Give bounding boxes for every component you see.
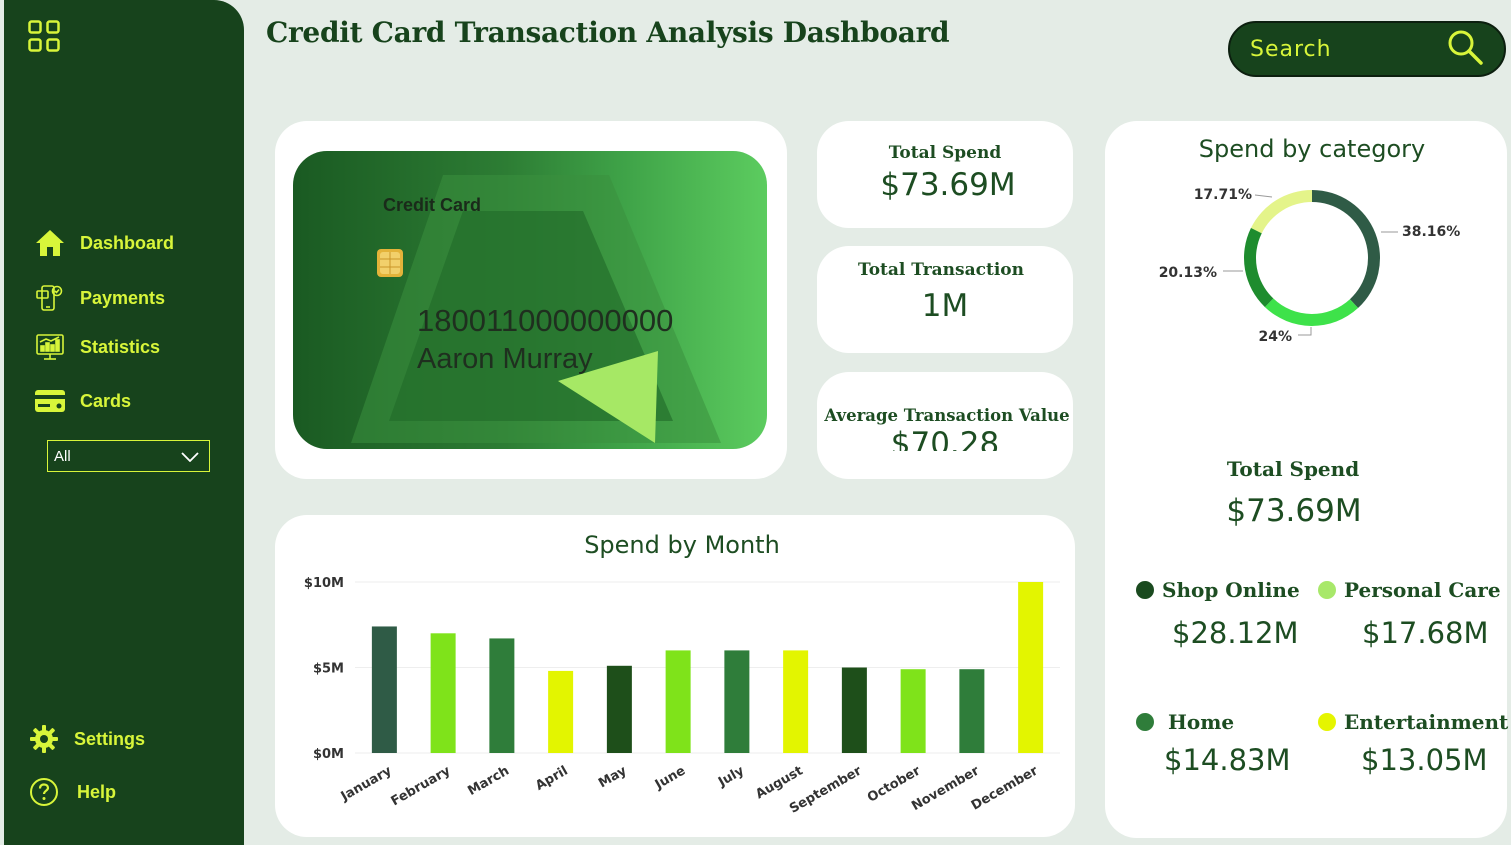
bar-july[interactable] <box>724 650 750 753</box>
donut-leader-line <box>1298 327 1312 336</box>
x-tick-label: January <box>338 763 395 805</box>
bar-november[interactable] <box>959 669 985 753</box>
kpi-total-transaction: Total Transaction 1M <box>817 246 1073 353</box>
x-tick-label: March <box>465 763 512 799</box>
donut-leader-line <box>1254 194 1273 198</box>
sidebar-item-label: Settings <box>74 728 146 749</box>
chip-icon <box>377 249 403 281</box>
legend-home: Home <box>1136 710 1234 734</box>
card-filter-dropdown[interactable]: All <box>47 440 210 472</box>
legend-dot <box>1136 713 1154 731</box>
bar-august[interactable] <box>783 650 809 753</box>
kpi-value: $70.28 <box>890 429 1000 451</box>
donut-data-label: 20.13% <box>1159 265 1217 281</box>
bar-december[interactable] <box>1018 582 1044 753</box>
payments-icon <box>32 282 68 314</box>
bar-june[interactable] <box>665 650 691 753</box>
card-icon <box>32 385 68 417</box>
bar-april[interactable] <box>548 670 574 753</box>
dropdown-value: All <box>54 447 71 465</box>
kpi-label: Total Transaction <box>858 260 1024 280</box>
sidebar-item-label: Cards <box>80 390 132 411</box>
legend-dot <box>1136 581 1154 599</box>
sidebar-item-label: Payments <box>80 287 166 308</box>
gear-icon <box>26 723 62 755</box>
x-tick-label: December <box>969 763 1041 813</box>
kpi-average-transaction: Average Transaction Value $70.28 <box>817 372 1073 479</box>
donut-slice-home[interactable] <box>1244 227 1274 308</box>
spend-by-category-panel: Spend by category 38.16% 24% 20.13% 17.71% … <box>1105 121 1508 838</box>
legend-personal-care: Personal Care <box>1318 578 1501 602</box>
bar-september[interactable] <box>841 667 867 754</box>
sidebar: Dashboard Payments Statistics Cards All … <box>4 0 244 845</box>
legend-dot <box>1318 713 1336 731</box>
x-tick-label: June <box>652 763 688 793</box>
month-bar-chart: $0M $5M $10M JanuaryFebruary March April May Ju… <box>304 576 1060 817</box>
sidebar-item-label: Dashboard <box>80 232 175 253</box>
donut-data-label: 17.71% <box>1194 187 1252 203</box>
x-tick-label: February <box>389 763 454 809</box>
card-number: 180011000000000 <box>417 303 674 338</box>
bar-october[interactable] <box>900 669 926 753</box>
donut-slice-entertainment[interactable] <box>1251 190 1312 234</box>
help-icon <box>26 776 62 808</box>
legend-shop-online: Shop Online <box>1136 578 1300 602</box>
card-decoration <box>351 175 721 443</box>
search-placeholder: Search <box>1250 36 1332 62</box>
donut-data-label: 38.16% <box>1402 224 1460 240</box>
y-tick-label: $0M <box>313 747 344 762</box>
legend-value: $13.05M <box>1361 743 1488 777</box>
y-tick-label: $5M <box>313 662 344 677</box>
legend-value: $28.12M <box>1172 616 1299 650</box>
grid-menu-icon[interactable] <box>28 20 60 52</box>
sidebar-item-label: Statistics <box>80 336 161 357</box>
card-title: Credit Card <box>383 195 482 215</box>
chevron-down-icon <box>181 447 199 466</box>
x-tick-label: April <box>533 763 571 793</box>
spend-by-month-panel: Spend by Month $0M $5M $10M January February… <box>275 515 1075 837</box>
kpi-total-spend: Total Spend $73.69M <box>817 121 1073 228</box>
category-total-label: Total Spend <box>1226 457 1360 481</box>
donut-data-label: 24% <box>1258 329 1292 345</box>
category-donut-chart: 38.16% 24% 20.13% 17.71% <box>1159 187 1461 345</box>
sidebar-item-help[interactable]: Help <box>26 775 116 809</box>
kpi-value: 1M <box>921 288 969 324</box>
category-total-value: $73.69M <box>1226 493 1362 529</box>
legend-entertainment: Entertainment <box>1318 710 1508 734</box>
legend-label: Shop Online <box>1162 578 1300 602</box>
sidebar-item-payments[interactable]: Payments <box>32 281 165 315</box>
legend-dot <box>1318 581 1336 599</box>
home-icon <box>32 227 68 259</box>
sidebar-item-statistics[interactable]: Statistics <box>32 330 160 364</box>
sidebar-item-label: Help <box>77 781 117 802</box>
donut-slice-shop-online[interactable] <box>1312 190 1380 309</box>
card-holder-name: Aaron Murray <box>417 343 593 375</box>
bar-january[interactable] <box>371 626 397 753</box>
kpi-label: Total Spend <box>888 143 1002 163</box>
donut-slice-personal-care[interactable] <box>1264 298 1359 326</box>
legend-label: Home <box>1168 710 1235 734</box>
x-tick-label: July <box>715 763 747 790</box>
sidebar-item-dashboard[interactable]: Dashboard <box>32 226 174 260</box>
sidebar-item-cards[interactable]: Cards <box>32 384 131 418</box>
statistics-icon <box>32 331 68 363</box>
legend-label: Entertainment <box>1344 710 1509 734</box>
bar-may[interactable] <box>606 665 632 753</box>
legend-value: $17.68M <box>1362 616 1489 650</box>
sidebar-item-settings[interactable]: Settings <box>26 722 145 756</box>
y-tick-label: $10M <box>304 576 344 591</box>
credit-card-panel: Credit Card 180011000000000 Aaron Murray <box>275 121 787 479</box>
credit-card[interactable]: Credit Card 180011000000000 Aaron Murray <box>293 151 767 449</box>
legend-label: Personal Care <box>1344 578 1501 602</box>
legend-value: $14.83M <box>1164 743 1291 777</box>
search-input[interactable]: Search <box>1228 21 1506 77</box>
bar-february[interactable] <box>430 633 456 753</box>
kpi-label: Average Transaction Value <box>824 406 1070 425</box>
page-title: Credit Card Transaction Analysis Dashboa… <box>266 16 950 49</box>
kpi-value: $73.69M <box>880 167 1016 203</box>
x-tick-label: May <box>596 763 630 791</box>
bar-march[interactable] <box>489 638 515 753</box>
search-icon[interactable] <box>1446 28 1484 70</box>
